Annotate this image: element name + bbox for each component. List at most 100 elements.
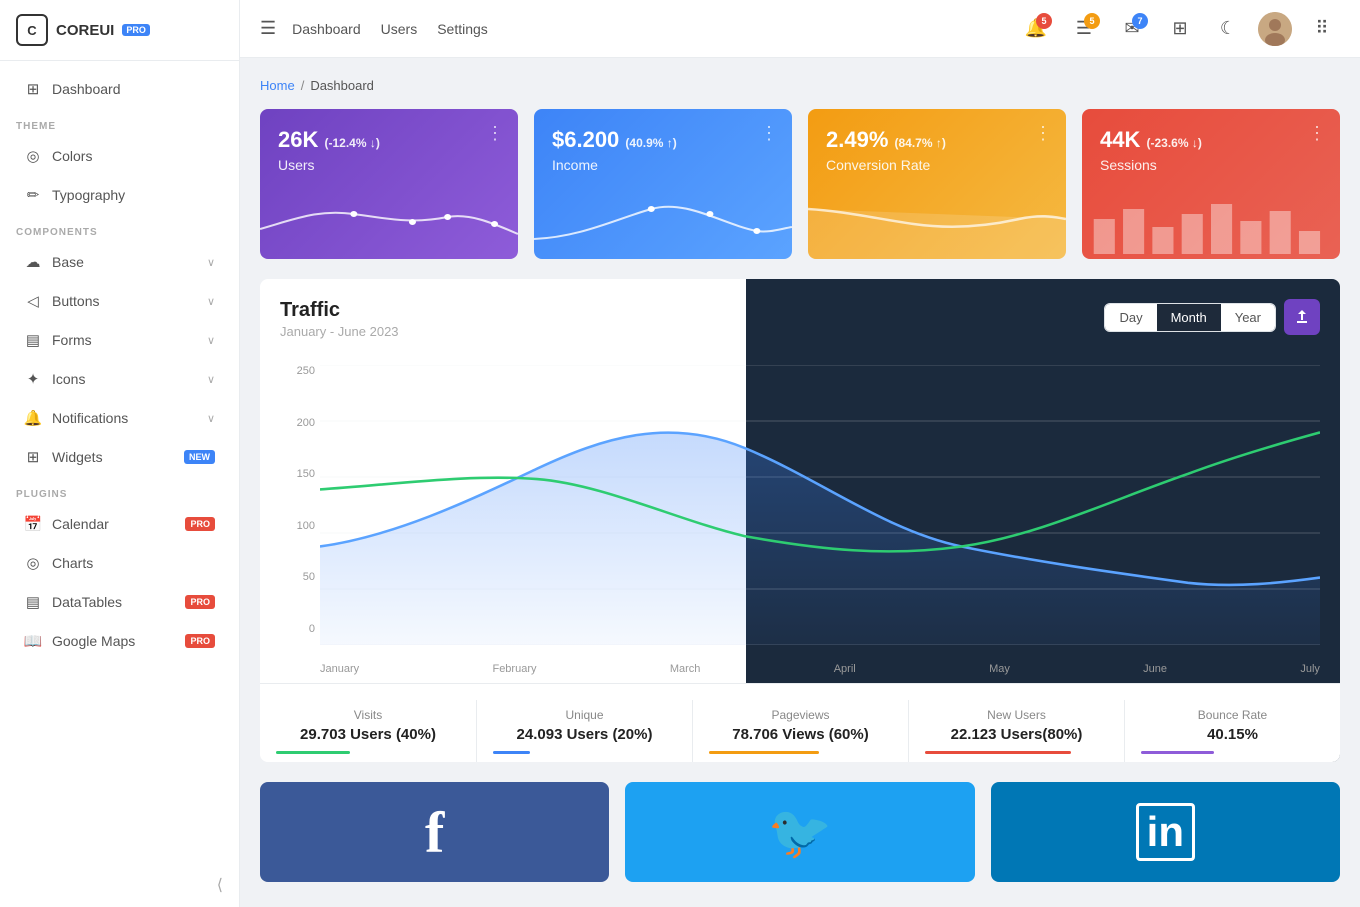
- datatables-icon: ▤: [24, 593, 42, 611]
- stat-card-sessions: 44K (-23.6% ↓) Sessions ⋮: [1082, 109, 1340, 259]
- forms-icon: ▤: [24, 331, 42, 349]
- sidebar-colors-label: Colors: [52, 148, 92, 164]
- sidebar-item-googlemaps[interactable]: 📖 Google Maps PRO: [8, 622, 231, 660]
- sidebar-item-icons[interactable]: ✦ Icons ∨: [8, 360, 231, 398]
- colors-icon: ◎: [24, 147, 42, 165]
- user-avatar[interactable]: [1258, 12, 1292, 46]
- logo-icon: C: [16, 14, 48, 46]
- nav-settings[interactable]: Settings: [437, 21, 488, 37]
- sidebar-item-widgets[interactable]: ⊞ Widgets NEW: [8, 438, 231, 476]
- stat-income-menu[interactable]: ⋮: [760, 123, 778, 144]
- breadcrumb: Home / Dashboard: [260, 78, 1340, 93]
- calendar-icon: 📅: [24, 515, 42, 533]
- view-toggle: Day Month Year: [1104, 303, 1276, 332]
- translate-btn[interactable]: ⊞: [1162, 11, 1198, 47]
- theme-toggle-btn[interactable]: ☾: [1210, 11, 1246, 47]
- stat-cards-grid: 26K (-12.4% ↓) Users ⋮: [260, 109, 1340, 259]
- notifications-icon: 🔔: [24, 409, 42, 427]
- linkedin-icon: in: [1136, 803, 1195, 861]
- bouncerate-bar: [1141, 751, 1214, 754]
- twitter-icon: 🐦: [768, 802, 833, 863]
- stat-sessions-menu[interactable]: ⋮: [1308, 123, 1326, 144]
- base-icon: ☁: [24, 253, 42, 271]
- sidebar-item-dashboard[interactable]: ⊞ Dashboard: [8, 70, 231, 108]
- newusers-label: New Users: [925, 708, 1108, 722]
- header-actions: 🔔 5 ☰ 5 ✉ 7 ⊞ ☾: [1018, 11, 1340, 47]
- breadcrumb-separator: /: [301, 78, 305, 93]
- stat-conversion-label: Conversion Rate: [826, 157, 946, 173]
- newusers-value: 22.123 Users(80%): [925, 726, 1108, 743]
- sidebar-icons-label: Icons: [52, 371, 85, 387]
- logo-text: COREUI: [56, 22, 114, 39]
- sidebar-dashboard-label: Dashboard: [52, 81, 121, 97]
- traffic-section: Traffic January - June 2023 Day Month Ye…: [260, 279, 1340, 762]
- visits-label: Visits: [276, 708, 460, 722]
- sidebar-item-datatables[interactable]: ▤ DataTables PRO: [8, 583, 231, 621]
- sidebar-forms-label: Forms: [52, 332, 92, 348]
- y-label-0: 0: [280, 623, 315, 635]
- base-chevron: ∨: [207, 256, 215, 269]
- apps-btn[interactable]: ⠿: [1304, 11, 1340, 47]
- x-label-jul: July: [1300, 663, 1320, 675]
- sidebar-collapse-btn[interactable]: ⟨: [217, 875, 223, 895]
- chart-stat-unique: Unique 24.093 Users (20%): [476, 700, 692, 762]
- sidebar-item-colors[interactable]: ◎ Colors: [8, 137, 231, 175]
- sidebar-item-typography[interactable]: ✏ Typography: [8, 176, 231, 214]
- sidebar-section-theme: THEME: [0, 109, 239, 136]
- sidebar-item-calendar[interactable]: 📅 Calendar PRO: [8, 505, 231, 543]
- nav-users[interactable]: Users: [381, 21, 418, 37]
- logo-badge: PRO: [122, 24, 150, 36]
- menu-toggle-icon[interactable]: ☰: [260, 18, 276, 39]
- grid-icon: ⠿: [1315, 18, 1328, 39]
- view-month-btn[interactable]: Month: [1157, 304, 1221, 331]
- traffic-controls: Day Month Year: [1104, 299, 1320, 335]
- sidebar-item-charts[interactable]: ◎ Charts: [8, 544, 231, 582]
- stat-income-label: Income: [552, 157, 677, 173]
- main-content: ☰ Dashboard Users Settings 🔔 5 ☰ 5 ✉ 7 ⊞: [240, 0, 1360, 907]
- notifications-btn[interactable]: 🔔 5: [1018, 11, 1054, 47]
- calendar-pro-badge: PRO: [185, 517, 215, 531]
- chart-stat-bouncerate: Bounce Rate 40.15%: [1124, 700, 1340, 762]
- view-year-btn[interactable]: Year: [1221, 304, 1275, 331]
- nav-dashboard[interactable]: Dashboard: [292, 21, 361, 37]
- view-day-btn[interactable]: Day: [1105, 304, 1156, 331]
- sidebar-widgets-label: Widgets: [52, 449, 103, 465]
- typography-icon: ✏: [24, 186, 42, 204]
- icons-chevron: ∨: [207, 373, 215, 386]
- traffic-subtitle: January - June 2023: [280, 324, 399, 339]
- stat-users-menu[interactable]: ⋮: [486, 123, 504, 144]
- social-card-twitter[interactable]: 🐦: [625, 782, 974, 882]
- stat-income-value: $6.200 (40.9% ↑): [552, 127, 677, 153]
- pageviews-label: Pageviews: [709, 708, 892, 722]
- sidebar-item-forms[interactable]: ▤ Forms ∨: [8, 321, 231, 359]
- googlemaps-pro-badge: PRO: [185, 634, 215, 648]
- upload-btn[interactable]: [1284, 299, 1320, 335]
- stat-sessions-label: Sessions: [1100, 157, 1202, 173]
- stat-conversion-chart: [808, 189, 1066, 259]
- stat-conversion-menu[interactable]: ⋮: [1034, 123, 1052, 144]
- buttons-icon: ◁: [24, 292, 42, 310]
- chart-stat-newusers: New Users 22.123 Users(80%): [908, 700, 1124, 762]
- widgets-icon: ⊞: [24, 448, 42, 466]
- traffic-header: Traffic January - June 2023 Day Month Ye…: [280, 299, 1320, 339]
- sidebar-item-buttons[interactable]: ◁ Buttons ∨: [8, 282, 231, 320]
- stat-sessions-value: 44K (-23.6% ↓): [1100, 127, 1202, 153]
- social-card-linkedin[interactable]: in: [991, 782, 1340, 882]
- breadcrumb-home[interactable]: Home: [260, 78, 295, 93]
- visits-value: 29.703 Users (40%): [276, 726, 460, 743]
- sidebar-datatables-label: DataTables: [52, 594, 122, 610]
- stat-users-value: 26K (-12.4% ↓): [278, 127, 380, 153]
- sidebar-item-notifications[interactable]: 🔔 Notifications ∨: [8, 399, 231, 437]
- stat-users-change: (-12.4% ↓): [324, 136, 379, 150]
- newusers-bar: [925, 751, 1071, 754]
- traffic-chart-svg: [320, 365, 1320, 645]
- social-card-facebook[interactable]: f: [260, 782, 609, 882]
- stat-conversion-change: (84.7% ↑): [895, 136, 946, 150]
- sidebar: C COREUI PRO ⊞ Dashboard THEME ◎ Colors …: [0, 0, 240, 907]
- googlemaps-icon: 📖: [24, 632, 42, 650]
- tasks-btn[interactable]: ☰ 5: [1066, 11, 1102, 47]
- messages-btn[interactable]: ✉ 7: [1114, 11, 1150, 47]
- sidebar-item-base[interactable]: ☁ Base ∨: [8, 243, 231, 281]
- moon-icon: ☾: [1220, 18, 1236, 39]
- sidebar-section-plugins: PLUGINS: [0, 477, 239, 504]
